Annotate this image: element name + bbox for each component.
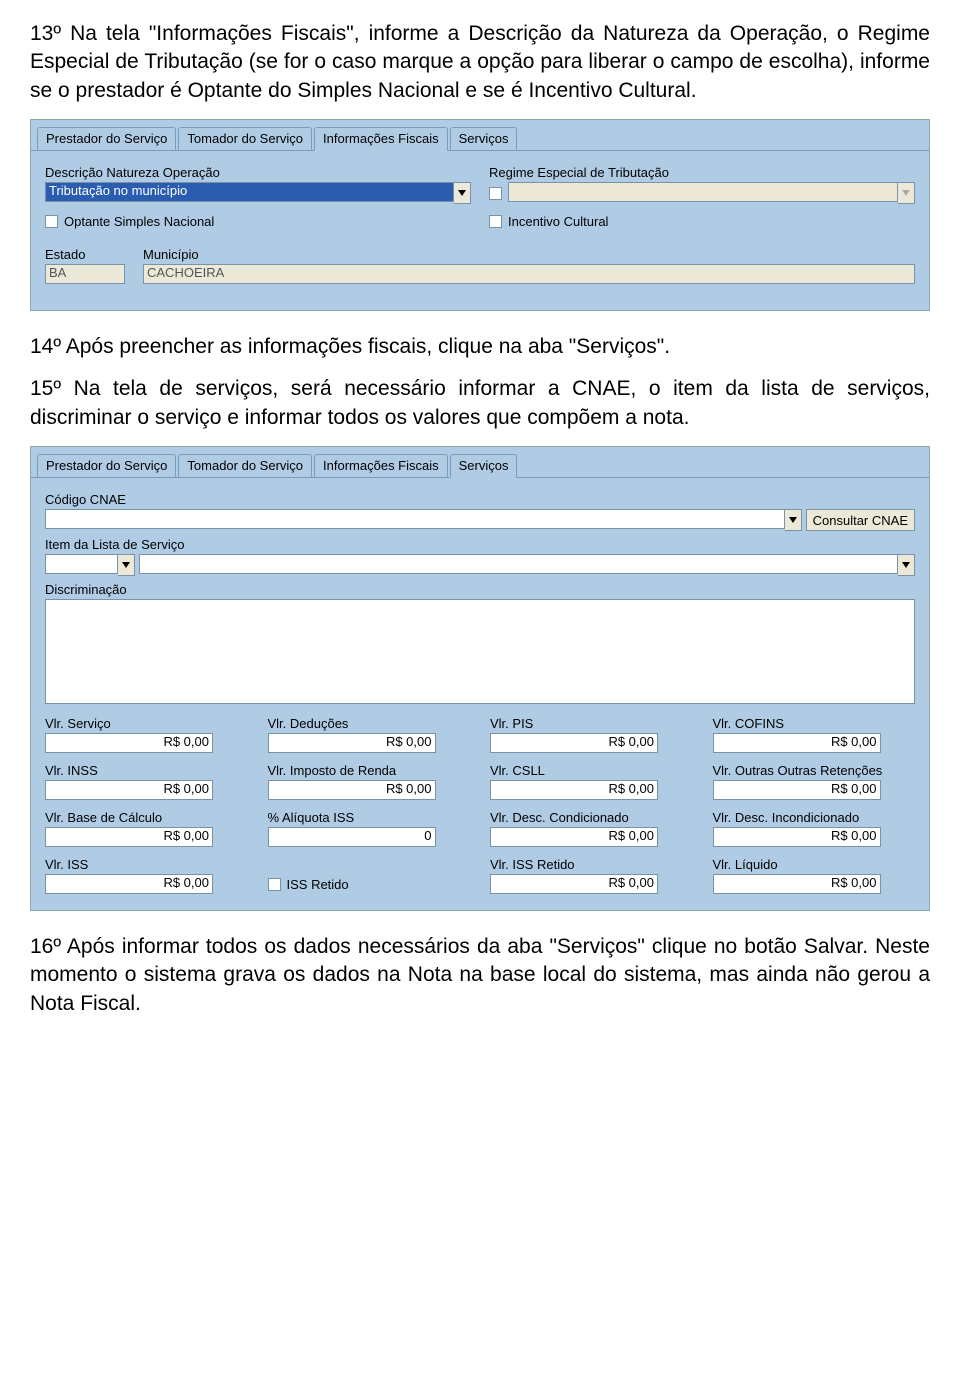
item-lista-code-select[interactable] <box>45 554 118 574</box>
vlr-outras-input[interactable]: R$ 0,00 <box>713 780 881 800</box>
vlr-pis-input[interactable]: R$ 0,00 <box>490 733 658 753</box>
label-discriminacao: Discriminação <box>45 582 915 597</box>
label-municipio: Município <box>143 247 915 262</box>
label-codigo-cnae: Código CNAE <box>45 492 915 507</box>
estado-input: BA <box>45 264 125 284</box>
vlr-csll-input[interactable]: R$ 0,00 <box>490 780 658 800</box>
item-lista-desc-select[interactable] <box>139 554 898 574</box>
regime-tributacao-dropdown-icon <box>898 182 915 204</box>
label-vlr-desc-cond: Vlr. Desc. Condicionado <box>490 810 693 825</box>
label-item-lista: Item da Lista de Serviço <box>45 537 915 552</box>
consultar-cnae-button[interactable]: Consultar CNAE <box>806 509 915 531</box>
descricao-natureza-dropdown-icon[interactable] <box>454 182 471 204</box>
label-vlr-iss-retido: Vlr. ISS Retido <box>490 857 693 872</box>
step-15-text: 15º Na tela de serviços, será necessário… <box>30 375 930 432</box>
label-vlr-pis: Vlr. PIS <box>490 716 693 731</box>
tab-tomador[interactable]: Tomador do Serviço <box>178 127 312 150</box>
label-vlr-cofins: Vlr. COFINS <box>713 716 916 731</box>
tab-tomador-2[interactable]: Tomador do Serviço <box>178 454 312 477</box>
vlr-cofins-input[interactable]: R$ 0,00 <box>713 733 881 753</box>
codigo-cnae-dropdown-icon[interactable] <box>785 509 802 531</box>
tab-servicos[interactable]: Serviços <box>450 127 518 150</box>
label-incentivo-cultural: Incentivo Cultural <box>508 214 608 229</box>
vlr-iss-retido-input[interactable]: R$ 0,00 <box>490 874 658 894</box>
vlr-desc-incond-input[interactable]: R$ 0,00 <box>713 827 881 847</box>
tab-prestador[interactable]: Prestador do Serviço <box>37 127 176 150</box>
label-optante-simples: Optante Simples Nacional <box>64 214 214 229</box>
discriminacao-textarea[interactable] <box>45 599 915 704</box>
descricao-natureza-select[interactable]: Tributação no município <box>45 182 454 202</box>
label-vlr-desc-incond: Vlr. Desc. Incondicionado <box>713 810 916 825</box>
label-regime-tributacao: Regime Especial de Tributação <box>489 165 915 180</box>
tabs-row-fiscais: Prestador do Serviço Tomador do Serviço … <box>31 120 929 151</box>
label-vlr-base: Vlr. Base de Cálculo <box>45 810 248 825</box>
tab-fiscais[interactable]: Informações Fiscais <box>314 127 448 151</box>
incentivo-cultural-checkbox[interactable]: Incentivo Cultural <box>489 214 915 229</box>
label-vlr-liquido: Vlr. Líquido <box>713 857 916 872</box>
tab-fiscais-2[interactable]: Informações Fiscais <box>314 454 448 477</box>
vlr-ir-input[interactable]: R$ 0,00 <box>268 780 436 800</box>
label-vlr-iss: Vlr. ISS <box>45 857 248 872</box>
label-aliquota: % Alíquota ISS <box>268 810 471 825</box>
tab-prestador-2[interactable]: Prestador do Serviço <box>37 454 176 477</box>
tab-servicos-2[interactable]: Serviços <box>450 454 518 478</box>
vlr-inss-input[interactable]: R$ 0,00 <box>45 780 213 800</box>
item-lista-code-dropdown-icon[interactable] <box>118 554 135 576</box>
step-14-text: 14º Após preencher as informações fiscai… <box>30 333 930 361</box>
vlr-deducoes-input[interactable]: R$ 0,00 <box>268 733 436 753</box>
aliquota-input[interactable]: 0 <box>268 827 436 847</box>
item-lista-desc-dropdown-icon[interactable] <box>898 554 915 576</box>
label-estado: Estado <box>45 247 125 262</box>
label-vlr-csll: Vlr. CSLL <box>490 763 693 778</box>
optante-simples-checkbox[interactable]: Optante Simples Nacional <box>45 214 471 229</box>
vlr-servico-input[interactable]: R$ 0,00 <box>45 733 213 753</box>
label-descricao-natureza: Descrição Natureza Operação <box>45 165 471 180</box>
iss-retido-checkbox[interactable]: ISS Retido <box>268 874 471 894</box>
label-vlr-inss: Vlr. INSS <box>45 763 248 778</box>
vlr-iss-input[interactable]: R$ 0,00 <box>45 874 213 894</box>
servicos-panel: Prestador do Serviço Tomador do Serviço … <box>30 446 930 911</box>
vlr-base-input[interactable]: R$ 0,00 <box>45 827 213 847</box>
label-vlr-ir: Vlr. Imposto de Renda <box>268 763 471 778</box>
label-vlr-outras: Vlr. Outras Outras Retenções <box>713 763 916 778</box>
regime-enable-checkbox[interactable] <box>489 182 502 204</box>
municipio-input: CACHOEIRA <box>143 264 915 284</box>
tabs-row-servicos: Prestador do Serviço Tomador do Serviço … <box>31 447 929 478</box>
regime-tributacao-select <box>508 182 898 202</box>
label-vlr-servico: Vlr. Serviço <box>45 716 248 731</box>
codigo-cnae-select[interactable] <box>45 509 785 529</box>
step-16-text: 16º Após informar todos os dados necessá… <box>30 933 930 1018</box>
step-13-text: 13º Na tela "Informações Fiscais", infor… <box>30 20 930 105</box>
vlr-desc-cond-input[interactable]: R$ 0,00 <box>490 827 658 847</box>
vlr-liquido-input[interactable]: R$ 0,00 <box>713 874 881 894</box>
fiscais-panel: Prestador do Serviço Tomador do Serviço … <box>30 119 930 311</box>
label-iss-retido: ISS Retido <box>287 877 349 892</box>
label-vlr-deducoes: Vlr. Deduções <box>268 716 471 731</box>
